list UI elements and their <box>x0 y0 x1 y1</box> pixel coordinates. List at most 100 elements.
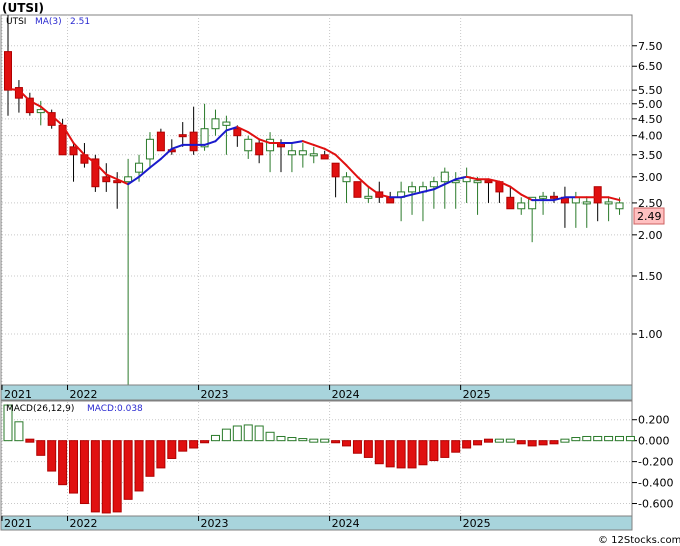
macd-bar-negative <box>483 438 493 443</box>
candle-body-up <box>440 171 449 183</box>
macd-bar-positive <box>625 435 635 442</box>
price-y-ticks: 7.506.505.505.004.504.003.503.002.502.00… <box>632 40 663 341</box>
macd-bar-positive <box>309 438 319 443</box>
macd-bar-negative <box>440 440 450 458</box>
candle-body-down <box>320 154 329 160</box>
macd-bar-negative <box>352 440 362 454</box>
macd-bar-positive <box>276 435 286 442</box>
candle-body-down <box>4 51 12 91</box>
macd-bar-negative <box>363 440 373 458</box>
macd-bar-positive <box>582 435 592 442</box>
macd-bar-negative <box>385 440 395 468</box>
candle-body-up <box>539 195 548 199</box>
candle-body-up <box>287 150 296 156</box>
candle-body-up <box>429 181 438 188</box>
macd-bar-positive <box>320 438 330 443</box>
price-panel-frame <box>0 14 633 401</box>
macd-bar-negative <box>429 440 439 462</box>
macd-legend-value: MACD:0.038 <box>87 404 143 414</box>
macd-bar-negative <box>189 440 199 449</box>
legend-ma-label: MA(3) <box>35 17 62 27</box>
last-price-box: 2.49 <box>633 207 665 225</box>
candle-body-down <box>102 176 111 183</box>
candle-body-up <box>266 138 275 152</box>
candle-body-up <box>582 201 591 205</box>
macd-bar-negative <box>167 440 177 459</box>
candle-body-up <box>309 153 318 157</box>
candle-body-down <box>331 162 340 178</box>
macd-x-tick-label: 2023 <box>201 517 229 530</box>
macd-bar-positive <box>243 424 253 442</box>
price-y-tick-label: 4.00 <box>638 130 663 143</box>
ma-segment <box>7 87 20 92</box>
price-y-tick-label: 5.00 <box>638 98 663 111</box>
macd-bar-negative <box>451 440 461 453</box>
macd-bar-negative <box>123 440 133 500</box>
candle-body-up <box>145 138 154 160</box>
macd-bar-negative <box>538 440 548 446</box>
last-price-label: 2.49 <box>637 210 662 223</box>
macd-y-tick-label: -0.200 <box>638 456 673 469</box>
price-x-tick-label: 2023 <box>201 388 229 401</box>
macd-y-ticks: 0.200 0.000 -0.200 -0.400 -0.600 <box>632 414 673 511</box>
candle-body-up <box>342 176 351 183</box>
macd-x-tick-label: 2024 <box>332 517 360 530</box>
candle <box>156 128 165 152</box>
macd-bar-negative <box>396 440 406 469</box>
macd-bar-negative <box>516 440 526 445</box>
macd-x-tick-label: 2021 <box>4 517 32 530</box>
macd-bar-negative <box>549 440 559 445</box>
candle-body-up <box>211 118 220 130</box>
candle-body-down <box>506 196 515 210</box>
candle-body-up <box>408 186 417 193</box>
price-y-tick-label: 6.50 <box>638 60 663 73</box>
candle-body-up <box>244 138 253 152</box>
candle-body-up <box>124 176 133 183</box>
candle-body-down <box>593 186 602 204</box>
macd-bar-negative <box>90 440 100 513</box>
price-y-tick-label: 2.00 <box>638 229 663 242</box>
candle-body-down <box>69 146 78 156</box>
macd-bar-negative <box>156 440 166 469</box>
price-y-tick-label: 3.00 <box>638 171 663 184</box>
macd-x-tick-label: 2025 <box>463 517 491 530</box>
candle-body-down <box>353 181 362 198</box>
macd-bar-positive <box>232 425 242 442</box>
candle-body-up <box>364 195 373 199</box>
price-legend: UTSI MA(3) 2.51 <box>6 17 90 27</box>
macd-bar-positive <box>604 435 614 442</box>
macd-bar-negative <box>145 440 155 477</box>
candle-body-up <box>604 201 613 205</box>
candle-body-down <box>156 131 165 152</box>
price-x-tick-label: 2021 <box>4 388 32 401</box>
candle-body-up <box>222 121 231 126</box>
macd-bar-negative <box>407 440 417 469</box>
price-y-tick-label: 7.50 <box>638 40 663 53</box>
macd-y-tick-label: 0.000 <box>638 435 670 448</box>
price-x-tick-label: 2022 <box>70 388 98 401</box>
macd-bar-positive <box>287 437 297 442</box>
macd-bar-negative <box>36 440 46 456</box>
candle <box>353 181 362 198</box>
macd-bar-negative <box>69 440 79 494</box>
macd-bar-negative <box>178 440 188 452</box>
footer-credit: © 12Stocks.com <box>598 535 680 546</box>
macd-bar-negative <box>79 440 89 505</box>
macd-bar-negative <box>58 440 68 486</box>
macd-bar-negative <box>418 440 428 466</box>
price-y-tick-label: 3.50 <box>638 149 663 162</box>
price-y-tick-label: 1.50 <box>638 270 663 283</box>
macd-bar-positive <box>265 431 275 442</box>
macd-bar-negative <box>101 440 111 514</box>
macd-bar-negative <box>473 440 483 446</box>
macd-bar-positive <box>505 438 515 443</box>
macd-x-tick-label: 2022 <box>70 517 98 530</box>
price-y-tick-label: 1.00 <box>638 328 663 341</box>
macd-bar-negative <box>527 440 537 447</box>
candle-body-up <box>36 109 45 114</box>
macd-bar-negative <box>462 440 472 449</box>
macd-y-tick-label: 0.200 <box>638 414 670 427</box>
stock-chart: (UTSI) 7.50 6.50 5.505.00 4.50 4.00 3.50 3.00 2… <box>0 1 680 546</box>
macd-bar-positive <box>298 438 308 442</box>
macd-bar-negative <box>342 440 352 447</box>
